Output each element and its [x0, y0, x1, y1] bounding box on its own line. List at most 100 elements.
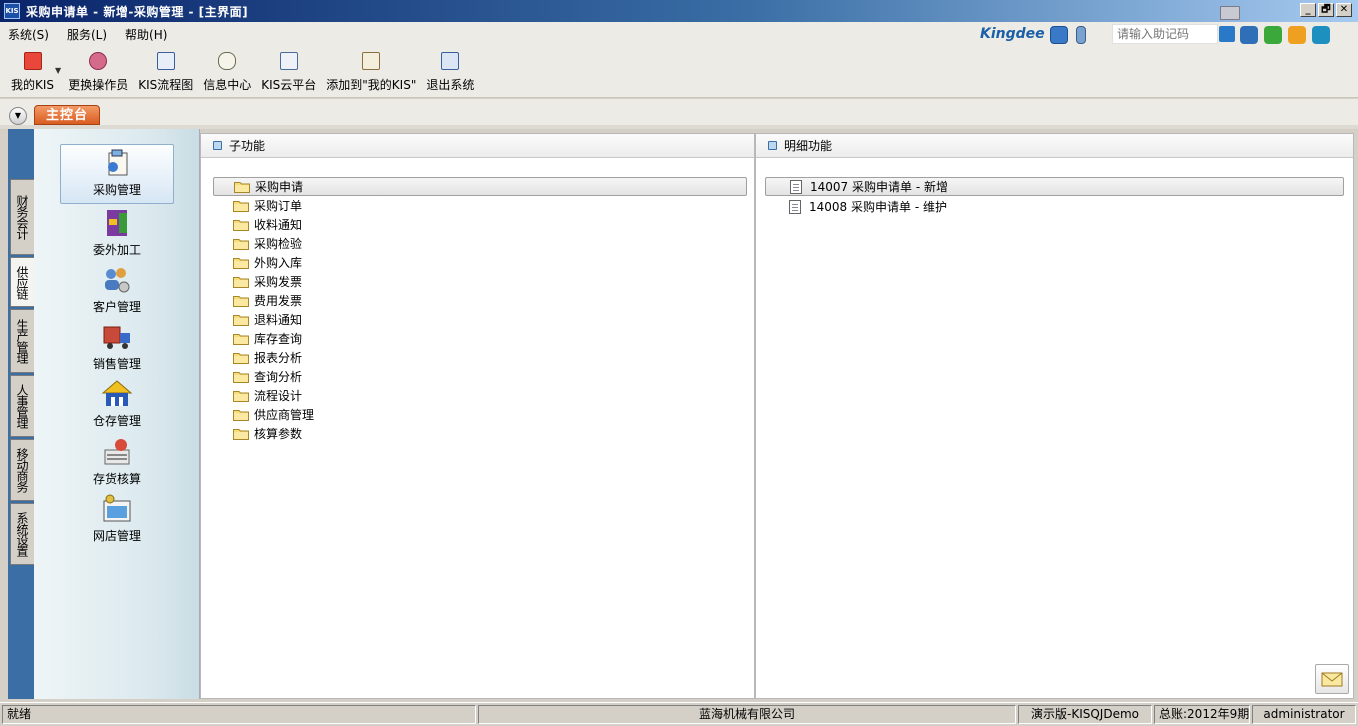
- my-kis-dropdown-icon[interactable]: ▼: [55, 66, 61, 75]
- module-purchase-label: 采购管理: [92, 183, 141, 197]
- detail-code: 14008: [809, 199, 848, 214]
- detail-item[interactable]: 14008 采购申请单 - 维护: [765, 197, 1344, 216]
- subfunction-header: 子功能: [201, 134, 754, 158]
- online-help-icon[interactable]: [1312, 26, 1330, 44]
- chat-icon[interactable]: [1050, 26, 1068, 44]
- toolbar-exit-label: 退出系统: [426, 78, 475, 92]
- subfunction-item[interactable]: 报表分析: [213, 348, 747, 367]
- toolbar-add-to-my-kis[interactable]: 添加到"我的KIS": [321, 50, 421, 93]
- module-sales[interactable]: 销售管理: [60, 319, 174, 379]
- subfunction-item[interactable]: 供应商管理: [213, 405, 747, 424]
- subfunction-item[interactable]: 采购申请: [213, 177, 747, 196]
- subfunction-label: 采购发票: [254, 275, 303, 289]
- mnemonic-search-input[interactable]: [1112, 24, 1218, 44]
- side-tab-mobile-commerce[interactable]: 移动商务: [10, 439, 34, 501]
- subfunction-item[interactable]: 流程设计: [213, 386, 747, 405]
- tab-main-console[interactable]: 主控台: [34, 105, 100, 125]
- detail-item[interactable]: 14007 采购申请单 - 新增: [765, 177, 1344, 196]
- toolbar-info-center[interactable]: 信息中心: [198, 50, 256, 93]
- folder-icon: [233, 371, 249, 383]
- subfunction-item[interactable]: 核算参数: [213, 424, 747, 443]
- webshop-icon: [103, 494, 131, 522]
- subfunction-item[interactable]: 费用发票: [213, 291, 747, 310]
- subfunction-item[interactable]: 收料通知: [213, 215, 747, 234]
- module-outsource[interactable]: 委外加工: [60, 205, 174, 265]
- toolbar-cloud-platform-label: KIS云平台: [261, 78, 317, 92]
- app-logo-icon: KIS: [4, 3, 20, 19]
- window-title: 采购申请单 - 新增-采购管理 - [主界面]: [26, 4, 249, 19]
- subfunction-item[interactable]: 退料通知: [213, 310, 747, 329]
- menu-help[interactable]: 帮助(H): [123, 26, 169, 43]
- toolbar-flowchart-label: KIS流程图: [138, 78, 194, 92]
- folder-icon: [233, 428, 249, 440]
- module-warehouse[interactable]: 仓存管理: [60, 376, 174, 436]
- add-favorite-icon: [362, 52, 381, 70]
- detail-panel: 明细功能 14007 采购申请单 - 新增 14008 采购申请单 - 维护: [755, 133, 1354, 699]
- community-icon[interactable]: [1240, 26, 1258, 44]
- side-tab-system-settings[interactable]: 系统设置: [10, 503, 34, 565]
- folder-icon: [233, 200, 249, 212]
- folder-icon: [233, 390, 249, 402]
- menu-system[interactable]: 系统(S): [6, 26, 51, 43]
- support-icon[interactable]: [1288, 26, 1306, 44]
- module-customer[interactable]: 客户管理: [60, 262, 174, 322]
- folder-icon: [233, 276, 249, 288]
- folder-icon: [233, 238, 249, 250]
- subfunction-panel: 子功能 采购申请采购订单收料通知采购检验 外购入库采购发票费用发票退料通知库存查询…: [200, 133, 755, 699]
- subfunction-label: 核算参数: [254, 427, 303, 441]
- subfunction-item[interactable]: 采购订单: [213, 196, 747, 215]
- toolbar-my-kis[interactable]: 我的KIS: [6, 50, 59, 93]
- subfunction-label: 流程设计: [254, 389, 303, 403]
- subfunction-label: 库存查询: [254, 332, 303, 346]
- subfunction-label: 退料通知: [254, 313, 303, 327]
- subfunction-item[interactable]: 外购入库: [213, 253, 747, 272]
- window-stack-icon[interactable]: [1220, 6, 1240, 20]
- module-inventory[interactable]: 存货核算: [60, 434, 174, 494]
- main-frame: 财务会计 供应链 生产管理 人事管理 移动商务 系统设置 采购管理 委外加工 客…: [0, 129, 1358, 701]
- star-icon: [23, 52, 42, 70]
- toolbar: 我的KIS ▼ 更换操作员 KIS流程图 信息中心 KIS云平台 添加到"我的K…: [6, 50, 479, 94]
- toolbar-switch-operator-label: 更换操作员: [68, 78, 129, 92]
- subfunction-item[interactable]: 查询分析: [213, 367, 747, 386]
- header: 系统(S) 服务(L) 帮助(H) Kingdee 我的KIS ▼ 更换操作员 …: [0, 6, 1358, 98]
- message-mail-button[interactable]: [1315, 664, 1349, 694]
- subfunction-item[interactable]: 库存查询: [213, 329, 747, 348]
- toolbar-flowchart[interactable]: KIS流程图: [133, 50, 198, 93]
- subfunction-title: 子功能: [229, 139, 266, 153]
- side-tab-hr[interactable]: 人事管理: [10, 375, 34, 437]
- module-customer-label: 客户管理: [92, 300, 141, 314]
- side-tab-production[interactable]: 生产管理: [10, 309, 34, 373]
- subfunction-label: 采购申请: [255, 180, 304, 194]
- subfunction-label: 报表分析: [254, 351, 303, 365]
- toolbar-cloud-platform[interactable]: KIS云平台: [256, 50, 321, 93]
- subfunction-item[interactable]: 采购发票: [213, 272, 747, 291]
- module-sales-label: 销售管理: [92, 357, 141, 371]
- toolbar-switch-operator[interactable]: 更换操作员: [63, 50, 133, 93]
- document-icon: [789, 199, 801, 214]
- mail-icon: [1321, 672, 1343, 687]
- module-webshop-label: 网店管理: [92, 529, 141, 543]
- menu-service[interactable]: 服务(L): [65, 26, 109, 43]
- subfunction-label: 费用发票: [254, 294, 303, 308]
- status-ready: 就绪: [2, 705, 476, 724]
- service-chat-icon[interactable]: [1264, 26, 1282, 44]
- subfunction-item[interactable]: 采购检验: [213, 234, 747, 253]
- flowchart-icon: [156, 52, 175, 70]
- search-go-icon[interactable]: [1219, 26, 1235, 42]
- collapse-toggle-icon[interactable]: ▼: [9, 107, 27, 125]
- module-purchase[interactable]: 采购管理: [60, 144, 174, 204]
- restore-button[interactable]: 🗗: [1318, 3, 1334, 17]
- toolbar-exit[interactable]: 退出系统: [421, 50, 479, 93]
- side-tab-supply-chain[interactable]: 供应链: [10, 257, 34, 307]
- close-button[interactable]: ✕: [1336, 3, 1352, 17]
- subfunction-label: 收料通知: [254, 218, 303, 232]
- mobile-icon[interactable]: [1076, 26, 1086, 44]
- side-tab-finance[interactable]: 财务会计: [10, 179, 34, 255]
- cloud-icon: [279, 52, 298, 70]
- module-inventory-label: 存货核算: [92, 472, 141, 486]
- module-webshop[interactable]: 网店管理: [60, 491, 174, 551]
- subfunction-label: 查询分析: [254, 370, 303, 384]
- folder-icon: [233, 257, 249, 269]
- minimize-button[interactable]: _: [1300, 3, 1316, 17]
- module-outsource-label: 委外加工: [92, 243, 141, 257]
